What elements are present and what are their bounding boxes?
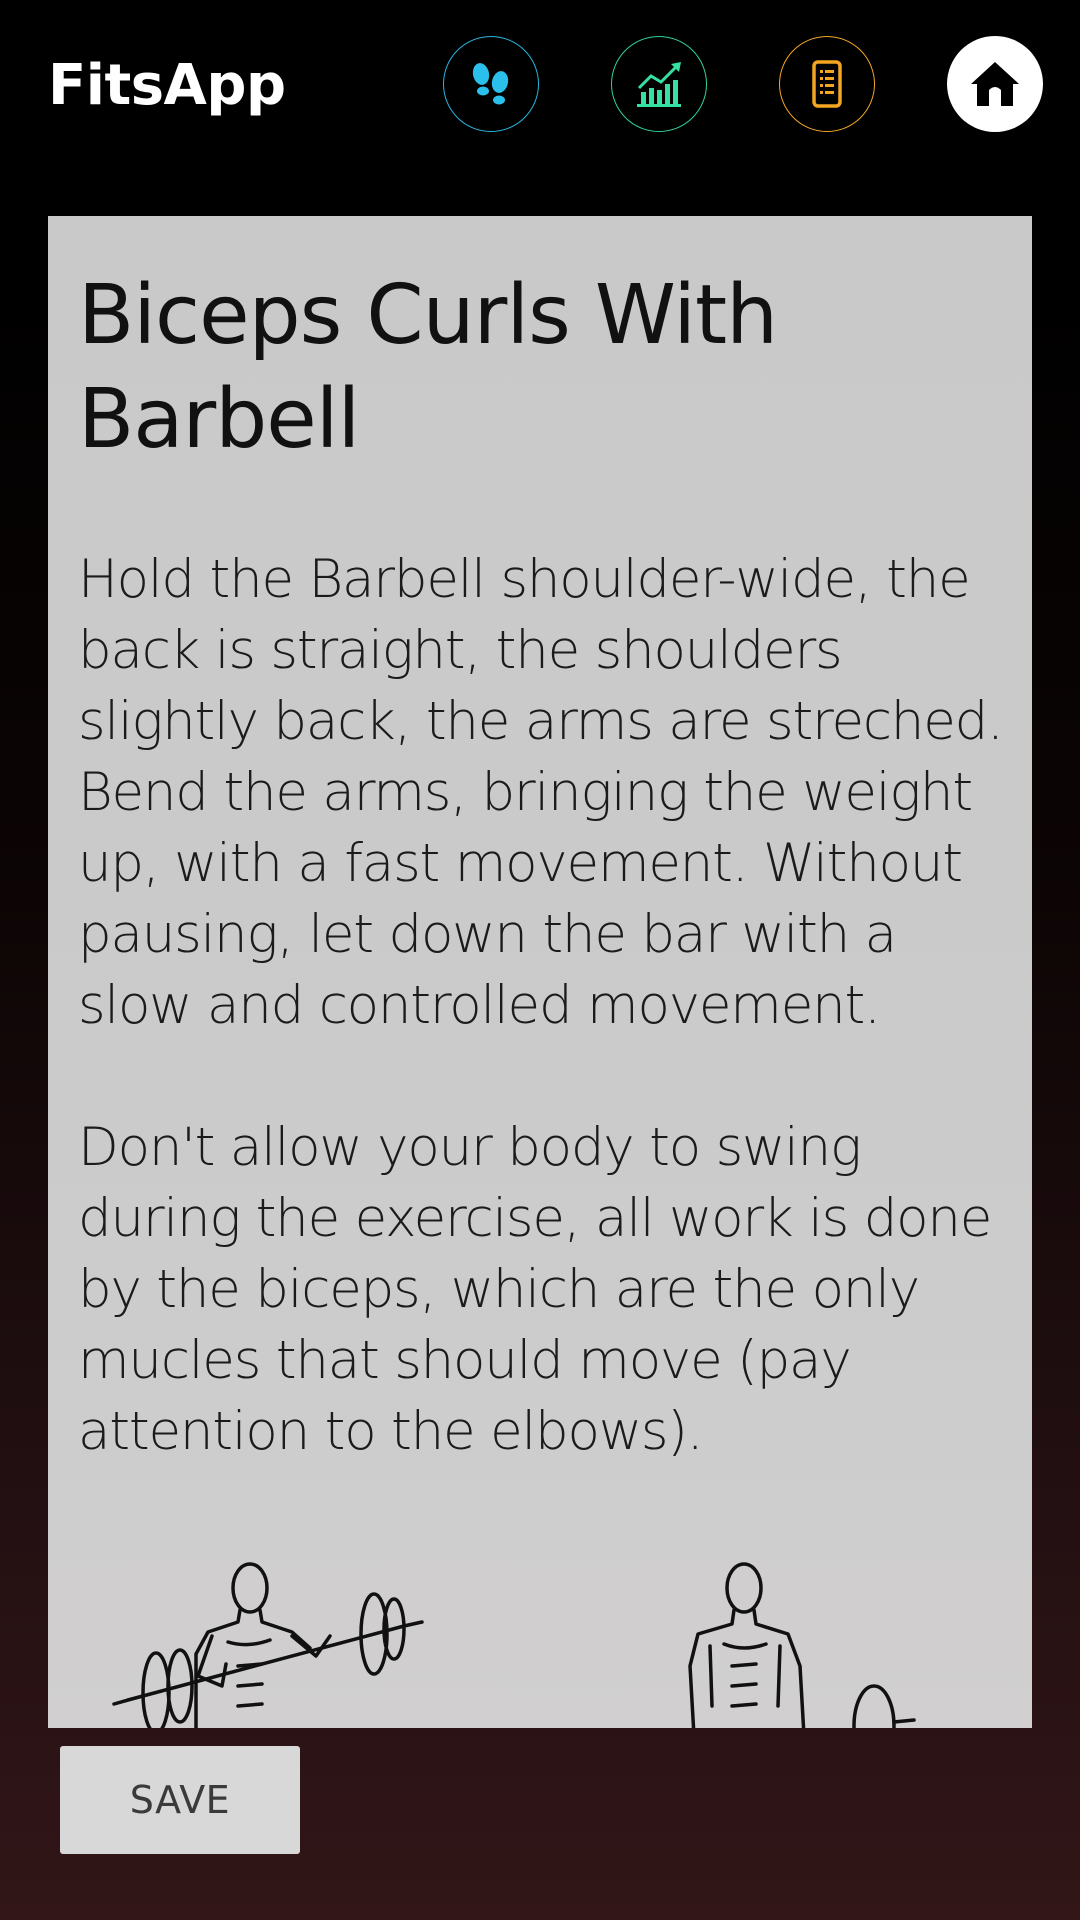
chart-icon bbox=[637, 62, 681, 107]
nav-stats-button[interactable] bbox=[611, 36, 707, 132]
barbell-curl-illustration bbox=[112, 1562, 916, 1728]
home-icon bbox=[971, 62, 1019, 106]
exercise-title: Biceps Curls With Barbell bbox=[78, 268, 778, 467]
save-button[interactable]: SAVE bbox=[60, 1746, 300, 1854]
footsteps-icon bbox=[472, 63, 509, 105]
nav-list-button[interactable] bbox=[779, 36, 875, 132]
app-header: FitsApp bbox=[0, 0, 1080, 170]
exercise-card[interactable]: Biceps Curls With Barbell Hold the Barbe… bbox=[48, 216, 1032, 1728]
exercise-description: Hold the Barbell shoulder-wide, the back… bbox=[78, 549, 1004, 1462]
list-icon bbox=[812, 60, 842, 108]
nav-steps-button[interactable] bbox=[443, 36, 539, 132]
app-title: FitsApp bbox=[48, 53, 286, 118]
nav-home-button[interactable] bbox=[947, 36, 1043, 132]
